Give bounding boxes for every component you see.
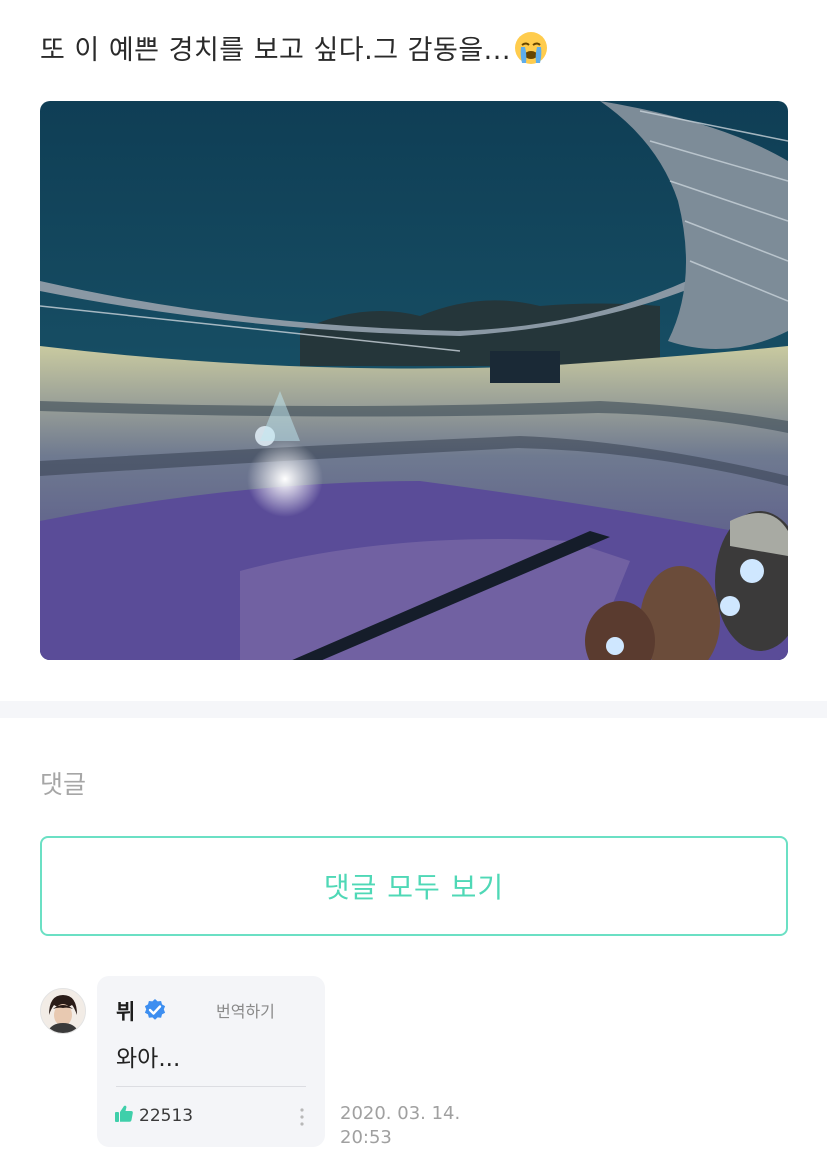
comment-time: 20:53	[340, 1127, 392, 1148]
comments-section-label: 댓글	[40, 770, 87, 799]
verified-badge-icon	[143, 998, 167, 1022]
comment-author[interactable]: 뷔	[116, 996, 135, 1026]
comment-divider	[116, 1086, 306, 1087]
like-button[interactable]: 22513	[114, 1104, 193, 1128]
comment-body: 와아...	[116, 1046, 181, 1072]
avatar[interactable]	[40, 988, 86, 1034]
section-divider	[0, 701, 827, 718]
view-all-comments-button[interactable]: 댓글 모두 보기	[40, 836, 788, 936]
concert-stadium-photo[interactable]	[40, 101, 788, 660]
post-text: 또 이 예쁜 경치를 보고 싶다.그 감동을...	[40, 28, 549, 67]
thumbs-up-icon	[114, 1104, 134, 1128]
comment-date: 2020. 03. 14.	[340, 1103, 461, 1124]
like-count: 22513	[139, 1106, 194, 1126]
crying-face-icon	[513, 30, 549, 66]
more-options-icon[interactable]	[297, 1105, 307, 1129]
comment-timestamp: 2020. 03. 14. 20:53	[340, 1102, 460, 1150]
comment-bubble: 뷔 번역하기 와아... 22513	[97, 976, 325, 1147]
translate-button[interactable]: 번역하기	[216, 998, 275, 1022]
post-text-content: 또 이 예쁜 경치를 보고 싶다.그 감동을...	[40, 35, 511, 66]
